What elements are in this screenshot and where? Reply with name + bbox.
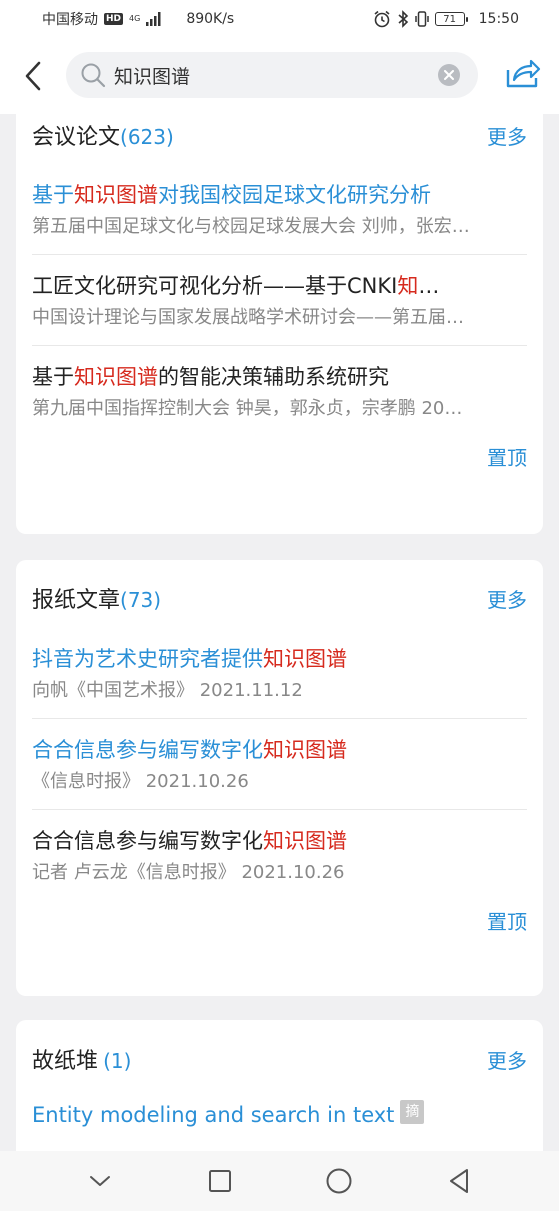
search-header: 知识图谱 — [0, 38, 559, 114]
nav-collapse-icon — [89, 1176, 110, 1186]
title-text: 合合信息参与编写数字化 — [32, 738, 263, 762]
conference-count: (623) — [120, 125, 174, 149]
hd-badge: HD — [104, 13, 124, 25]
signal-icon — [146, 12, 161, 26]
item-title: 合合信息参与编写数字化知识图谱 — [32, 733, 527, 767]
keyword-highlight: 知识图谱 — [74, 183, 158, 207]
battery-indicator: 71 — [434, 12, 468, 26]
back-icon — [25, 61, 41, 91]
title-text: Entity modeling and search in text — [32, 1103, 395, 1127]
item-meta: 第五届中国足球文化与校园足球发展大会 刘帅，张宏… — [32, 216, 470, 237]
pin-to-top-button[interactable]: 置顶 — [487, 442, 527, 471]
status-bar: 中国移动 HD 4G 890K/s 71 15:50 — [0, 0, 559, 38]
list-item[interactable]: 抖音为艺术史研究者提供知识图谱 向帆《中国艺术报》 2021.11.12 — [32, 636, 527, 719]
archive-count: (1) — [103, 1049, 132, 1073]
alarm-icon — [374, 10, 390, 28]
abstract-badge: 摘 — [400, 1100, 425, 1124]
system-navigation-bar — [0, 1151, 559, 1211]
search-query[interactable]: 知识图谱 — [114, 62, 438, 89]
conference-title: 会议论文 — [32, 125, 121, 150]
title-text: 基于 — [32, 365, 74, 389]
keyword-highlight: 知 — [397, 274, 419, 298]
keyword-highlight: 知识图谱 — [74, 365, 158, 389]
battery-level: 71 — [443, 13, 456, 25]
share-icon — [506, 59, 541, 88]
conference-more-link[interactable]: 更多 — [487, 121, 527, 150]
item-title: 基于知识图谱对我国校园足球文化研究分析 — [32, 178, 527, 212]
back-button[interactable] — [18, 56, 48, 96]
item-meta: 记者 卢云龙《信息时报》 2021.10.26 — [32, 862, 345, 883]
nav-home-button[interactable] — [319, 1161, 359, 1201]
keyword-highlight: 知识图谱 — [263, 738, 347, 762]
title-text: … — [418, 274, 440, 298]
title-text: 基于 — [32, 183, 74, 207]
item-meta: 向帆《中国艺术报》 2021.11.12 — [32, 680, 303, 701]
keyword-highlight: 知识图谱 — [263, 829, 347, 853]
clock: 15:50 — [478, 11, 519, 27]
title-text: 的智能决策辅助系统研究 — [158, 365, 389, 389]
carrier-label: 中国移动 — [42, 12, 98, 28]
list-item[interactable]: 基于知识图谱对我国校园足球文化研究分析 第五届中国足球文化与校园足球发展大会 刘… — [32, 164, 527, 255]
newspaper-title: 报纸文章 — [32, 588, 121, 613]
search-input[interactable]: 知识图谱 — [66, 52, 478, 98]
nav-back-icon — [450, 1169, 469, 1193]
network-speed: 890K/s — [186, 11, 235, 27]
item-meta: 中国设计理论与国家发展战略学术研讨会——第五届… — [32, 307, 464, 328]
title-text: 合合信息参与编写数字化 — [32, 829, 263, 853]
nav-collapse-button[interactable] — [80, 1161, 120, 1201]
item-meta: 第九届中国指挥控制大会 钟昊，郭永贞，宗孝鹏 20… — [32, 398, 463, 419]
nav-recents-icon — [208, 1170, 231, 1192]
nav-recents-button[interactable] — [200, 1161, 240, 1201]
search-icon — [81, 63, 106, 88]
vibrate-icon — [414, 11, 429, 27]
section-title: 会议论文(623) — [32, 119, 174, 151]
item-title: 抖音为艺术史研究者提供知识图谱 — [32, 642, 527, 676]
list-item[interactable]: 基于知识图谱的智能决策辅助系统研究 第九届中国指挥控制大会 钟昊，郭永贞，宗孝鹏… — [32, 346, 527, 436]
newspaper-articles-card: 报纸文章(73) 更多 抖音为艺术史研究者提供知识图谱 向帆《中国艺术报》 20… — [16, 560, 543, 996]
section-title: 故纸堆 (1) — [32, 1043, 131, 1075]
archive-title: 故纸堆 — [32, 1049, 99, 1074]
list-item[interactable]: 合合信息参与编写数字化知识图谱 《信息时报》 2021.10.26 — [32, 719, 527, 810]
list-item[interactable]: Entity modeling and search in text 摘 — [32, 1098, 527, 1144]
keyword-highlight: 知识图谱 — [263, 647, 347, 671]
newspaper-more-link[interactable]: 更多 — [487, 584, 527, 613]
pin-to-top-button[interactable]: 置顶 — [487, 906, 527, 935]
bluetooth-icon — [398, 10, 408, 28]
section-title: 报纸文章(73) — [32, 582, 161, 614]
item-meta: 《信息时报》 2021.10.26 — [32, 771, 249, 792]
network-type: 4G — [129, 14, 141, 23]
share-button[interactable] — [505, 58, 541, 94]
list-item[interactable]: 合合信息参与编写数字化知识图谱 记者 卢云龙《信息时报》 2021.10.26 — [32, 810, 527, 900]
clear-icon — [444, 70, 454, 80]
title-text: 抖音为艺术史研究者提供 — [32, 647, 263, 671]
newspaper-count: (73) — [120, 588, 162, 612]
clear-button[interactable] — [438, 64, 460, 86]
item-title: Entity modeling and search in text 摘 — [32, 1098, 527, 1132]
item-title: 合合信息参与编写数字化知识图谱 — [32, 824, 527, 858]
nav-back-button[interactable] — [439, 1161, 479, 1201]
archive-more-link[interactable]: 更多 — [487, 1045, 527, 1074]
item-title: 基于知识图谱的智能决策辅助系统研究 — [32, 360, 527, 394]
nav-home-icon — [326, 1168, 352, 1194]
list-item[interactable]: 工匠文化研究可视化分析——基于CNKI知… 中国设计理论与国家发展战略学术研讨会… — [32, 255, 527, 346]
conference-papers-card: 会议论文(623) 更多 基于知识图谱对我国校园足球文化研究分析 第五届中国足球… — [16, 106, 543, 534]
item-title: 工匠文化研究可视化分析——基于CNKI知… — [32, 269, 527, 303]
title-text: 对我国校园足球文化研究分析 — [158, 183, 431, 207]
title-text: 工匠文化研究可视化分析——基于CNKI — [32, 274, 398, 298]
